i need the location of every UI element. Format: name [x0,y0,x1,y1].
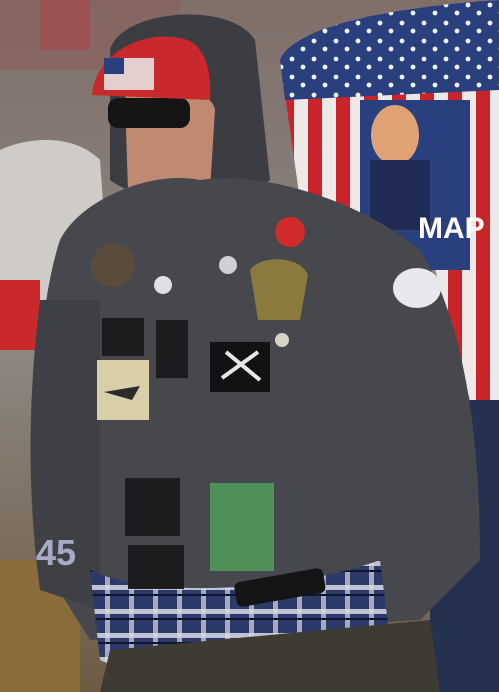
red-round-patch [275,217,305,247]
sleeve-number: 45 [36,532,76,573]
photo-scene: MAP 45 [0,0,499,692]
emblem-patch [91,243,135,287]
poster-text: MAP [418,212,485,245]
button-pin [154,276,172,294]
printed-square-patch [125,478,180,536]
gold-crest-patch [250,259,308,320]
skull-patch [156,320,188,378]
sunglasses [108,98,190,128]
green-patch [210,483,274,571]
button-pin [219,256,237,274]
white-oval-patch [393,268,441,308]
black-square-patch [102,318,144,356]
text-patch [128,545,184,589]
button-pin [275,333,289,347]
